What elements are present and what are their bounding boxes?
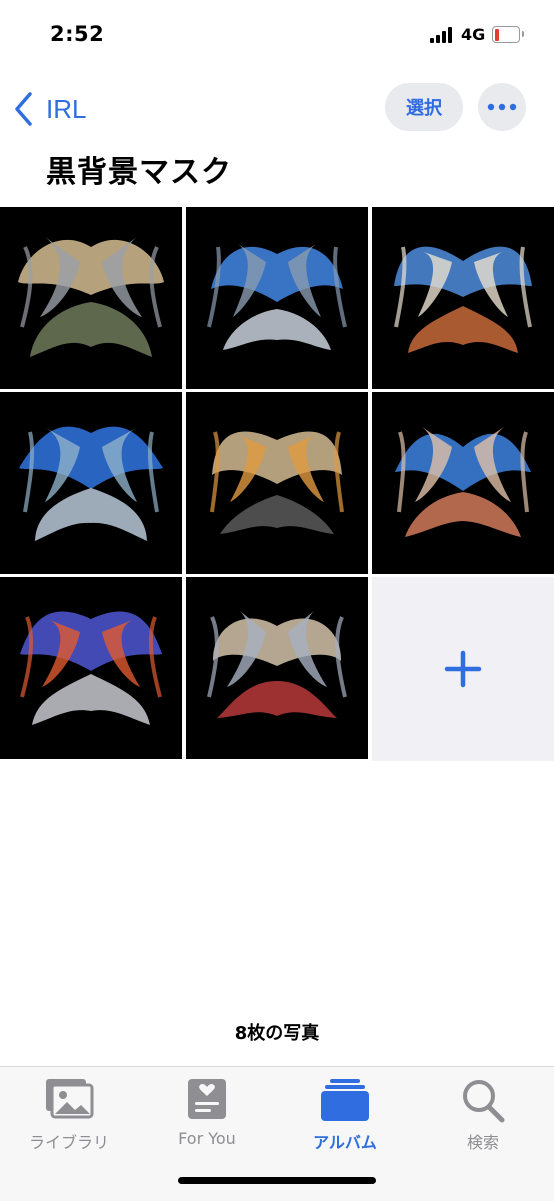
photo-grid <box>0 207 554 761</box>
mask-artwork <box>186 392 368 574</box>
tab-library[interactable]: ライブラリ <box>0 1067 138 1167</box>
add-photo-button[interactable] <box>372 577 554 761</box>
albums-icon <box>321 1079 369 1121</box>
chevron-left-icon <box>15 92 32 126</box>
battery-icon <box>492 26 524 43</box>
more-options-button[interactable] <box>478 83 526 131</box>
for-you-icon <box>188 1079 226 1119</box>
album-title: 黒背景マスク <box>46 155 232 190</box>
back-label: IRL <box>46 93 87 124</box>
tab-library-label: ライブラリ <box>28 1133 109 1152</box>
tab-for-you[interactable]: For You <box>138 1067 276 1167</box>
photo-thumbnail[interactable] <box>186 392 368 574</box>
mask-artwork <box>186 577 368 759</box>
status-time: 2:52 <box>50 22 105 46</box>
home-indicator <box>178 1177 376 1184</box>
photo-thumbnail[interactable] <box>186 207 368 389</box>
tab-search-label: 検索 <box>466 1133 499 1152</box>
search-icon <box>463 1080 505 1123</box>
tab-albums-label: アルバム <box>313 1133 377 1152</box>
photo-thumbnail[interactable] <box>372 207 554 389</box>
status-bar: 2:52 4G <box>0 0 554 70</box>
back-button[interactable]: IRL <box>12 86 86 132</box>
photo-count: 8枚の写真 <box>234 1023 320 1044</box>
photo-thumbnail[interactable] <box>0 577 182 759</box>
mask-artwork <box>186 207 368 389</box>
mask-artwork <box>372 392 554 574</box>
tab-albums[interactable]: アルバム <box>276 1067 414 1167</box>
photo-thumbnail[interactable] <box>0 392 182 574</box>
mask-artwork <box>372 207 554 389</box>
tab-for-you-label: For You <box>178 1129 236 1148</box>
photo-thumbnail[interactable] <box>0 207 182 389</box>
photo-library-icon <box>46 1079 94 1119</box>
cellular-signal-icon <box>430 27 456 43</box>
ellipsis-icon <box>487 103 517 111</box>
network-type: 4G <box>461 25 486 44</box>
tab-search[interactable]: 検索 <box>414 1067 552 1167</box>
mask-artwork <box>0 207 182 389</box>
photo-thumbnail[interactable] <box>372 392 554 574</box>
nav-bar: IRL 選択 <box>0 78 554 138</box>
mask-artwork <box>0 577 182 759</box>
mask-artwork <box>0 392 182 574</box>
photo-thumbnail[interactable] <box>186 577 368 759</box>
plus-icon <box>444 650 482 688</box>
select-button[interactable]: 選択 <box>385 83 463 131</box>
